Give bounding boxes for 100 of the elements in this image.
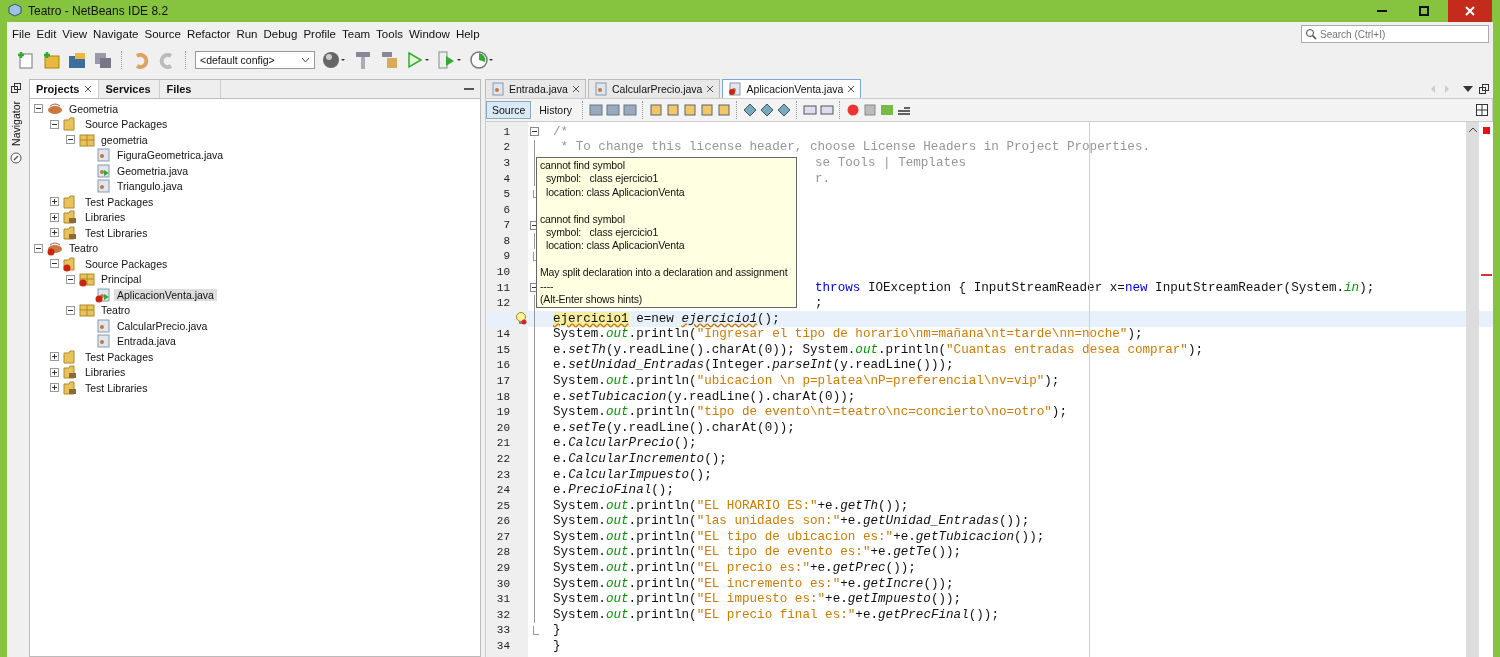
code-text: (); bbox=[689, 467, 712, 482]
method-name: CalcularPrecio bbox=[568, 436, 674, 451]
caret-icon bbox=[301, 57, 310, 63]
tree-item[interactable]: Principal bbox=[98, 273, 145, 286]
tree-item[interactable]: Geometria bbox=[66, 102, 122, 115]
restore-window-icon[interactable] bbox=[11, 83, 21, 95]
string-literal: "Cuantas entradas desea comprar" bbox=[946, 342, 1188, 357]
collapse-toggle[interactable] bbox=[50, 259, 60, 269]
expand-toggle[interactable] bbox=[50, 383, 60, 393]
error-symbol: ejercicio1 bbox=[553, 311, 629, 326]
menu-item[interactable]: Window bbox=[407, 26, 451, 42]
collapse-toggle[interactable] bbox=[66, 305, 76, 315]
close-icon[interactable] bbox=[706, 85, 715, 93]
record-macro-icon[interactable] bbox=[845, 103, 860, 117]
tree-item[interactable]: Source Packages bbox=[82, 118, 171, 131]
menu-item[interactable]: Tools bbox=[375, 26, 404, 42]
config-dropdown[interactable]: <default config> bbox=[195, 51, 315, 69]
new-file-icon[interactable] bbox=[15, 50, 35, 70]
tree-item[interactable]: Source Packages bbox=[82, 257, 171, 270]
tree-item[interactable]: CalcularPrecio.java bbox=[114, 319, 211, 332]
scroll-up-icon[interactable] bbox=[1467, 126, 1478, 134]
field-name: out bbox=[605, 545, 629, 560]
code-text: ); bbox=[1359, 280, 1375, 295]
method-name: getTubicacion bbox=[915, 529, 1015, 544]
tree-item[interactable]: Teatro bbox=[98, 304, 134, 317]
code-text: ()); bbox=[878, 498, 909, 513]
close-icon[interactable] bbox=[847, 85, 856, 93]
menu-item[interactable]: Edit bbox=[35, 26, 58, 42]
collapse-toggle[interactable] bbox=[34, 104, 44, 114]
close-button[interactable] bbox=[1448, 0, 1492, 22]
open-folder-icon[interactable] bbox=[67, 50, 87, 70]
code-text: ()); bbox=[923, 576, 954, 591]
collapse-toggle[interactable] bbox=[66, 274, 76, 284]
split-icon[interactable] bbox=[1476, 104, 1488, 116]
expand-toggle[interactable] bbox=[50, 367, 60, 377]
close-icon[interactable] bbox=[84, 85, 93, 93]
line-number: 31 bbox=[496, 593, 510, 606]
editor-tab[interactable]: Entrada.java bbox=[485, 79, 586, 98]
run-icon[interactable] bbox=[405, 50, 431, 70]
tree-item[interactable]: Libraries bbox=[82, 211, 129, 224]
line-number: 14 bbox=[496, 328, 510, 341]
menu-item[interactable]: Navigate bbox=[92, 26, 140, 42]
vertical-scrollbar[interactable] bbox=[1466, 122, 1479, 657]
debug-icon[interactable] bbox=[437, 50, 463, 70]
java-file-icon bbox=[491, 82, 505, 96]
panel-tab[interactable]: Files bbox=[160, 80, 222, 98]
close-icon[interactable] bbox=[571, 85, 580, 93]
hammer-icon[interactable] bbox=[353, 50, 373, 70]
menu-item[interactable]: Run bbox=[235, 26, 259, 42]
menu-item[interactable]: Profile bbox=[302, 26, 337, 42]
expand-toggle[interactable] bbox=[50, 228, 60, 238]
menu-item[interactable]: Debug bbox=[262, 26, 299, 42]
tree-item[interactable]: Test Libraries bbox=[82, 226, 151, 239]
search-input[interactable]: Search (Ctrl+I) bbox=[1320, 27, 1480, 41]
search-field[interactable]: Search (Ctrl+I) bbox=[1301, 25, 1489, 43]
profile-icon[interactable] bbox=[469, 50, 495, 70]
navigator-tab[interactable]: Navigator bbox=[10, 101, 22, 146]
tree-item[interactable]: Test Packages bbox=[82, 350, 157, 363]
tree-item[interactable]: geometria bbox=[98, 133, 151, 146]
tree-item[interactable]: Test Libraries bbox=[82, 381, 151, 394]
menu-item[interactable]: Refactor bbox=[185, 26, 232, 42]
restore-window-icon[interactable] bbox=[1479, 83, 1489, 94]
panel-tab[interactable]: Services bbox=[99, 80, 161, 98]
error-bulb-icon[interactable] bbox=[515, 312, 527, 326]
collapse-toggle[interactable] bbox=[66, 135, 76, 145]
tree-item[interactable]: Libraries bbox=[82, 366, 129, 379]
save-all-icon[interactable] bbox=[93, 50, 113, 70]
panel-tab[interactable]: Projects bbox=[30, 80, 100, 98]
tree-item[interactable]: Triangulo.java bbox=[114, 180, 186, 193]
code-text: .println( bbox=[878, 342, 947, 357]
menu-item[interactable]: View bbox=[61, 26, 89, 42]
expand-toggle[interactable] bbox=[50, 352, 60, 362]
maximize-icon bbox=[1419, 6, 1429, 16]
menu-item[interactable]: Help bbox=[454, 26, 481, 42]
expand-toggle[interactable] bbox=[50, 212, 60, 222]
collapse-toggle[interactable] bbox=[50, 119, 60, 129]
method-name: getTe bbox=[893, 545, 931, 560]
collapse-toggle[interactable] bbox=[34, 243, 44, 253]
new-project-icon[interactable] bbox=[41, 50, 61, 70]
tree-item[interactable]: Test Packages bbox=[82, 195, 157, 208]
code-text: +e. bbox=[870, 545, 894, 560]
tree-item[interactable]: Geometria.java bbox=[114, 164, 192, 177]
code-text: ()); bbox=[1014, 529, 1045, 544]
editor-tab[interactable]: AplicacionVenta.java bbox=[722, 79, 862, 98]
tree-item[interactable]: Teatro bbox=[66, 242, 102, 255]
menu-item[interactable]: Source bbox=[143, 26, 182, 42]
tree-item[interactable]: Entrada.java bbox=[114, 335, 179, 348]
expand-toggle[interactable] bbox=[50, 197, 60, 207]
globe-icon[interactable] bbox=[321, 50, 347, 70]
tree-item[interactable]: FiguraGeometrica.java bbox=[114, 149, 227, 162]
view-toggle[interactable]: History bbox=[534, 102, 577, 118]
code-text: ()); bbox=[998, 514, 1030, 529]
tree-item[interactable]: AplicacionVenta.java bbox=[114, 288, 217, 301]
editor-tab[interactable]: CalcularPrecio.java bbox=[587, 79, 721, 98]
menu-item[interactable]: File bbox=[11, 26, 32, 42]
code-text: System. bbox=[553, 576, 606, 591]
dropdown-arrow-icon[interactable] bbox=[1463, 85, 1473, 92]
fold-toggle[interactable] bbox=[529, 127, 539, 137]
menu-item[interactable]: Team bbox=[341, 26, 372, 42]
view-toggle[interactable]: Source bbox=[486, 101, 532, 119]
